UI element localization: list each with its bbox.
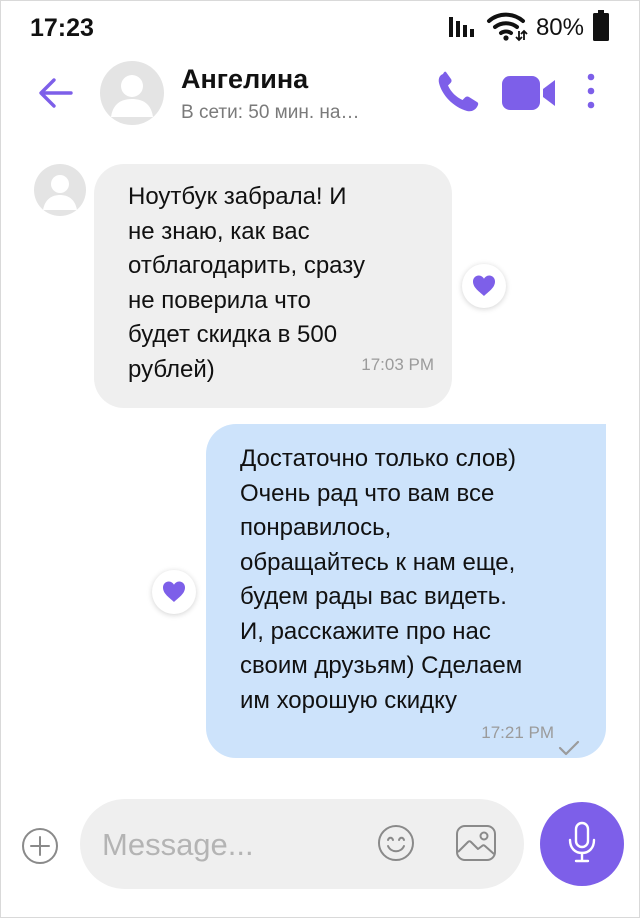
contact-avatar[interactable] [100,61,164,125]
checkmark-icon [558,732,580,756]
status-icons: 80% [448,9,610,47]
heart-icon[interactable] [462,264,506,308]
back-arrow-icon[interactable] [36,73,76,113]
signal-icon [448,13,478,44]
phone-icon[interactable] [434,70,482,116]
gallery-icon[interactable] [454,823,498,863]
plus-circle-icon[interactable] [20,826,60,866]
message-time: 17:21 PM [481,722,554,742]
status-time: 17:23 [30,14,94,42]
contact-name[interactable]: Ангелина [181,64,308,95]
video-camera-icon[interactable] [500,72,560,114]
incoming-message-bubble[interactable]: Ноутбук забрала! И не знаю, как вас отбл… [94,164,452,408]
contact-status: В сети: 50 мин. на… [181,102,360,123]
sender-avatar[interactable] [34,164,86,216]
wifi-icon [486,10,528,47]
status-bar: 17:23 80% [0,0,640,58]
outgoing-message-bubble[interactable]: Достаточно только слов) Очень рад что ва… [206,424,606,758]
microphone-button[interactable] [540,802,624,886]
message-input-container [80,799,524,889]
emoji-icon[interactable] [376,823,416,863]
chat-header: Ангелина В сети: 50 мин. на… [0,58,640,138]
message-text: Достаточно только слов) Очень рад что ва… [240,445,523,714]
battery-icon [592,9,610,47]
microphone-icon [562,820,602,869]
message-input[interactable] [100,821,374,869]
more-vertical-icon[interactable] [580,72,602,112]
message-time: 17:03 PM [361,354,434,374]
heart-icon[interactable] [152,570,196,614]
battery-percent: 80% [535,14,584,41]
